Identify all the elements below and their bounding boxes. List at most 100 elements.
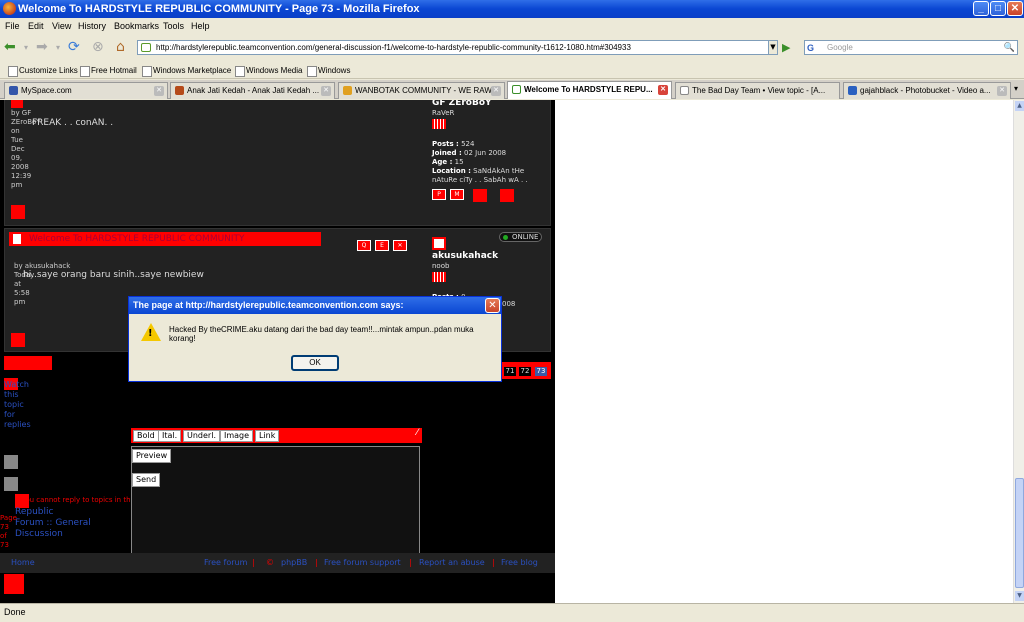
italic-button[interactable]: Ital. [158,430,182,442]
tab-wanbotak[interactable]: WANBOTAK COMMUNITY - WE RAWK ✕ [338,82,505,99]
profile-icon[interactable]: P [432,189,446,200]
link-button[interactable]: Link [255,430,280,442]
quick-reply-toolbar: Bold Ital. Underl. Image Link ⁄ [131,428,422,443]
tab-label: WANBOTAK COMMUNITY - WE RAWK [355,86,498,95]
rank-bar-icon [432,119,446,129]
forum-footer: Home Free forum | © phpBB | Free forum s… [0,553,555,573]
site-favicon-icon [141,43,151,52]
address-dropdown-icon[interactable]: ▼ [768,40,778,55]
bookmarks-toolbar: Customize Links Free Hotmail Windows Mar… [0,62,1024,79]
menu-help[interactable]: Help [191,18,210,34]
email-icon[interactable] [473,189,487,202]
back-dropdown-icon[interactable]: ▾ [24,38,28,57]
tab-hardstyle-republic[interactable]: Welcome To HARDSTYLE REPU... ✕ [507,81,672,99]
menu-view[interactable]: View [52,18,71,34]
website-icon[interactable] [500,189,514,202]
scrollbar-thumb[interactable] [1015,478,1024,588]
bookmark-customize-links[interactable]: Customize Links [6,62,78,79]
close-tab-icon[interactable]: ✕ [658,85,668,95]
menu-bookmarks[interactable]: Bookmarks [114,18,159,34]
bookmark-windows-marketplace[interactable]: Windows Marketplace [140,62,231,79]
breadcrumb[interactable]: Republic Forum :: General Discussion [15,507,91,540]
footer-home-link[interactable]: Home [11,558,35,567]
anak-jati-icon [175,86,184,95]
search-box[interactable]: G Google 🔍 [804,40,1018,55]
profile-button[interactable] [11,333,25,347]
tab-list-icon[interactable]: ▾ [1014,84,1018,93]
footer-free-blog-link[interactable]: Free blog [501,558,538,567]
menu-history[interactable]: History [78,18,106,34]
post-2-author[interactable]: akusukahack [432,251,498,261]
footer-separator: | [492,558,495,567]
post-1-profile-info: Posts : 524 Joined : 02 Jun 2008 Age : 1… [432,140,544,185]
quick-reply-textarea[interactable]: Preview Send [131,446,420,557]
forward-dropdown-icon[interactable]: ▾ [56,38,60,57]
search-icon[interactable]: 🔍 [1004,41,1015,54]
scroll-down-icon[interactable]: ▼ [1015,591,1024,601]
page-73-current: 73 [534,366,548,377]
google-icon[interactable]: G [807,42,814,55]
menu-edit[interactable]: Edit [28,18,44,34]
footer-free-forum-link[interactable]: Free forum [204,558,247,567]
post-2-title: Welcome To HARDSTYLE REPUBLIC COMMUNITY [9,232,321,246]
image-button[interactable]: Image [220,430,254,442]
delete-icon[interactable]: ✕ [393,240,407,251]
menu-file[interactable]: File [5,18,20,34]
alert-dialog-title: The page at http://hardstylerepublic.tea… [129,297,501,314]
firefox-icon [3,2,16,15]
vertical-scrollbar[interactable]: ▲ ▼ [1013,100,1024,603]
forward-icon[interactable]: ➡ [36,38,48,57]
post-icon [12,233,22,245]
bookmark-windows[interactable]: Windows [305,62,350,79]
send-button[interactable]: Send [132,473,161,487]
footer-support-link[interactable]: Free forum support [324,558,401,567]
tab-photobucket[interactable]: gajahblack - Photobucket - Video a... ✕ [843,82,1011,99]
page-of-label: Page 73 of 73 [0,514,17,549]
address-bar[interactable]: http://hardstylerepublic.teamconvention.… [137,40,778,55]
age-label: Age : [432,158,453,166]
edit-icon[interactable]: E [375,240,389,251]
tab-anak-jati-kedah[interactable]: Anak Jati Kedah - Anak Jati Kedah ... ✕ [170,82,335,99]
back-icon[interactable]: ⬅ [4,38,16,57]
online-status-badge: ONLINE [499,232,543,242]
bookmark-windows-media[interactable]: Windows Media [233,62,302,79]
tab-myspace[interactable]: MySpace.com ✕ [4,82,168,99]
bookmark-free-hotmail[interactable]: Free Hotmail [78,62,137,79]
close-tab-icon[interactable]: ✕ [321,86,331,96]
reply-button[interactable] [4,356,52,370]
footer-phpbb-link[interactable]: phpBB [281,558,307,567]
quote-icon[interactable]: Q [357,240,371,251]
window-title: Welcome To HARDSTYLE REPUBLIC COMMUNITY … [18,3,420,15]
home-icon[interactable]: ⌂ [116,38,125,57]
window-title-bar: Welcome To HARDSTYLE REPUBLIC COMMUNITY … [0,0,1024,18]
resize-icon[interactable]: ⁄ [416,428,418,438]
pm-icon[interactable]: M [450,189,464,200]
bold-button[interactable]: Bold [133,430,159,442]
watch-topic-link[interactable]: Watch this topic for replies [4,380,31,430]
close-window-button[interactable]: ✕ [1007,1,1023,16]
speech-bubble-icon [512,85,521,94]
alert-close-icon[interactable]: ✕ [485,298,500,313]
joined-date: 02 Jun 2008 [464,149,507,157]
underline-button[interactable]: Underl. [183,430,220,442]
page-72-link[interactable]: 72 [518,366,532,377]
ok-button[interactable]: OK [291,355,339,371]
stop-icon[interactable]: ⊗ [92,38,104,57]
scroll-up-icon[interactable]: ▲ [1015,101,1024,111]
maximize-button[interactable]: □ [990,1,1006,16]
go-icon[interactable]: ▶ [782,40,798,55]
age-value: 15 [454,158,464,166]
reload-icon[interactable]: ⟳ [68,38,80,57]
preview-button[interactable]: Preview [132,449,172,463]
page-71-link[interactable]: 71 [503,366,517,377]
close-tab-icon[interactable]: ✕ [997,86,1007,96]
rank-bar-icon [432,272,446,282]
close-tab-icon[interactable]: ✕ [154,86,164,96]
menu-tools[interactable]: Tools [163,18,184,34]
post-1-author[interactable]: GF ZEroBoY [432,100,492,108]
tab-bad-day-team[interactable]: The Bad Day Team • View topic - [A... [675,82,840,99]
footer-report-link[interactable]: Report an abuse [419,558,485,567]
minimize-button[interactable]: _ [973,1,989,16]
profile-button[interactable] [11,205,25,219]
close-tab-icon[interactable]: ✕ [491,86,501,96]
